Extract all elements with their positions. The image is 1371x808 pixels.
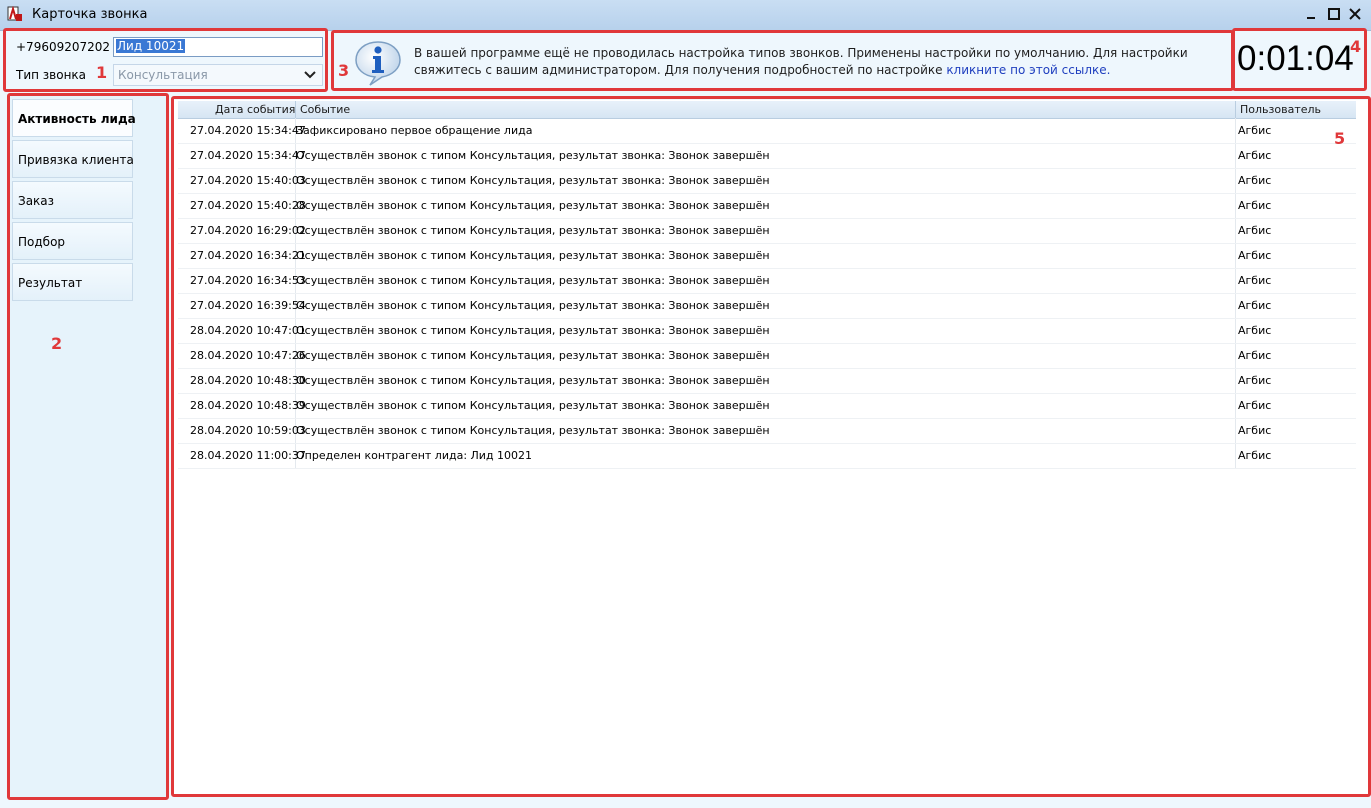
window-title: Карточка звонка bbox=[32, 7, 148, 22]
annotation-badge-5: 5 bbox=[1334, 129, 1346, 148]
annotation-frame-3 bbox=[331, 30, 1234, 91]
close-icon[interactable] bbox=[1347, 6, 1363, 22]
annotation-badge-1: 1 bbox=[96, 63, 108, 82]
minimize-icon[interactable] bbox=[1303, 6, 1319, 22]
annotation-frame-4 bbox=[1232, 28, 1367, 91]
app-icon bbox=[7, 6, 22, 21]
annotation-badge-3: 3 bbox=[338, 61, 350, 80]
annotation-badge-4: 4 bbox=[1350, 37, 1362, 56]
annotation-frame-5 bbox=[171, 96, 1371, 797]
annotation-badge-2: 2 bbox=[51, 334, 63, 353]
annotation-frame-1 bbox=[3, 28, 328, 92]
title-bar: Карточка звонка bbox=[0, 0, 1371, 31]
annotation-frame-2 bbox=[7, 93, 169, 800]
maximize-icon[interactable] bbox=[1326, 6, 1342, 22]
